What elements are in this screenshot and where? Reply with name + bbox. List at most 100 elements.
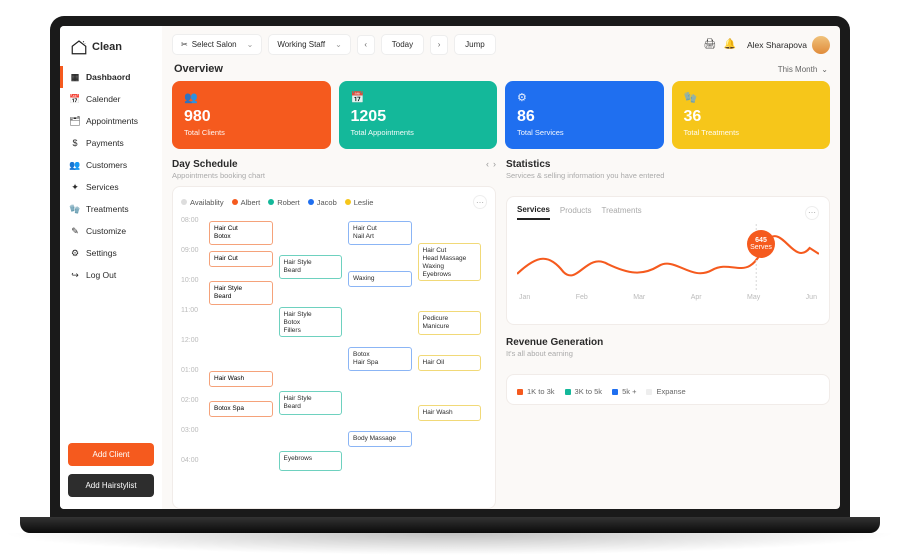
legend-label: Availablity (190, 198, 224, 207)
chip-text: Waxing (423, 263, 477, 271)
stats-title: Statistics (506, 159, 664, 170)
appointment-chip[interactable]: Waxing (348, 271, 412, 287)
legend-item: Jacob (308, 198, 337, 207)
today-button[interactable]: Today (381, 34, 424, 55)
schedule-prev-button[interactable]: ‹ (486, 159, 489, 169)
hour-label: 03:00 (181, 425, 207, 434)
nav: ▦Dashbaord📅Calender🗂Appointments$Payment… (60, 66, 162, 439)
tab-treatments[interactable]: Treatments (602, 206, 642, 219)
nav-icon: ✦ (70, 182, 80, 192)
chip-text: Hair Wash (214, 375, 268, 383)
schedule-lane: Hair CutBotox Hair Cut Hair StyleBeard Hair… (209, 215, 275, 485)
chip-text: Beard (284, 267, 338, 275)
working-staff-dropdown[interactable]: Working Staff ⌄ (268, 34, 350, 55)
card-value: 36 (684, 108, 819, 126)
tab-products[interactable]: Products (560, 206, 592, 219)
bell-icon[interactable]: 🔔 (723, 38, 737, 52)
sidebar-item-customers[interactable]: 👥Customers (60, 154, 162, 176)
more-button[interactable]: ⋯ (805, 206, 819, 220)
chevron-down-icon: ⌄ (821, 65, 828, 74)
card-value: 1205 (351, 108, 486, 126)
appointment-chip[interactable]: Hair Wash (209, 371, 273, 387)
more-button[interactable]: ⋯ (473, 195, 487, 209)
chip-text: Hair Wash (423, 409, 477, 417)
appointment-chip[interactable]: Hair Oil (418, 355, 482, 371)
stat-card: 🧤 36 Total Treatments (672, 81, 831, 149)
appointment-chip[interactable]: Eyebrows (279, 451, 343, 471)
sidebar-item-appointments[interactable]: 🗂Appointments (60, 110, 162, 132)
card-label: Total Treatments (684, 128, 819, 137)
appointment-chip[interactable]: Hair Wash (418, 405, 482, 421)
sidebar-item-payments[interactable]: $Payments (60, 132, 162, 154)
appointment-chip[interactable]: Hair StyleBeard (279, 391, 343, 415)
house-sparkle-icon (70, 38, 88, 56)
chip-text: Manicure (423, 323, 477, 331)
chip-text: Botox (353, 351, 407, 359)
sidebar-item-dashbaord[interactable]: ▦Dashbaord (60, 66, 162, 88)
legend-swatch (565, 389, 571, 395)
hour-label: 08:00 (181, 215, 207, 224)
sidebar-item-services[interactable]: ✦ Services (60, 176, 162, 198)
sidebar-item-log-out[interactable]: ↪Log Out (60, 264, 162, 286)
hour-label: 02:00 (181, 395, 207, 404)
hour-label: 01:00 (181, 365, 207, 374)
sidebar-item-label: Calender (86, 94, 121, 104)
print-icon[interactable]: 🖨 (703, 38, 717, 52)
card-value: 980 (184, 108, 319, 126)
appointment-chip[interactable]: Hair StyleBeard (279, 255, 343, 279)
sidebar-item-label: Treatments (86, 204, 129, 214)
schedule-subtitle: Appointments booking chart (172, 171, 265, 180)
jump-button[interactable]: Jump (454, 34, 496, 55)
add-hairstylist-button[interactable]: Add Hairstylist (68, 474, 154, 497)
topbar: ✂ Select Salon ⌄ Working Staff ⌄ ‹ Today… (172, 34, 830, 55)
today-label: Today (392, 40, 413, 49)
legend-dot (232, 199, 238, 205)
tab-services[interactable]: Services (517, 205, 550, 220)
sidebar-item-treatments[interactable]: 🧤Treatments (60, 198, 162, 220)
legend-label: 1K to 3k (527, 387, 555, 396)
month-dropdown[interactable]: This Month ⌄ (778, 65, 828, 74)
user-menu[interactable]: Alex Sharapova (747, 36, 830, 54)
card-label: Total Services (517, 128, 652, 137)
sidebar-item-calender[interactable]: 📅Calender (60, 88, 162, 110)
chip-text: Hair Cut (423, 247, 477, 255)
appointment-chip[interactable]: PedicureManicure (418, 311, 482, 335)
revenue-subtitle: It's all about earning (506, 349, 603, 358)
month-tick: Feb (576, 294, 588, 301)
legend-item: Leslie (345, 198, 374, 207)
hour-label: 04:00 (181, 455, 207, 464)
legend-label: Robert (277, 198, 300, 207)
appointment-chip[interactable]: Hair Cut (209, 251, 273, 267)
chip-text: Hair Style (284, 395, 338, 403)
badge-label: Serves (750, 244, 772, 251)
chip-text: Botox (214, 233, 268, 241)
select-salon-dropdown[interactable]: ✂ Select Salon ⌄ (172, 34, 262, 55)
schedule-title: Day Schedule (172, 159, 265, 170)
sidebar-item-customize[interactable]: ✎Customize (60, 220, 162, 242)
add-client-button[interactable]: Add Client (68, 443, 154, 466)
sidebar-item-label: Services (86, 182, 119, 192)
sidebar-item-label: Dashbaord (86, 72, 130, 82)
nav-icon: 🗂 (70, 116, 80, 126)
appointment-chip[interactable]: BotoxHair Spa (348, 347, 412, 371)
sidebar-item-label: Settings (86, 248, 117, 258)
chip-text: Beard (284, 403, 338, 411)
legend-label: Albert (241, 198, 261, 207)
appointment-chip[interactable]: Hair CutHead MassageWaxingEyebrows (418, 243, 482, 281)
chip-text: Pedicure (423, 315, 477, 323)
schedule-next-button[interactable]: › (493, 159, 496, 169)
legend-label: Jacob (317, 198, 337, 207)
appointment-chip[interactable]: Hair StyleBeard (209, 281, 273, 305)
appointment-chip[interactable]: Hair CutBotox (209, 221, 273, 245)
sidebar-item-settings[interactable]: ⚙Settings (60, 242, 162, 264)
avatar (812, 36, 830, 54)
appointment-chip[interactable]: Body Massage (348, 431, 412, 447)
legend-label: Leslie (354, 198, 374, 207)
appointment-chip[interactable]: Botox Spa (209, 401, 273, 417)
prev-day-button[interactable]: ‹ (357, 35, 375, 55)
next-day-button[interactable]: › (430, 35, 448, 55)
appointment-chip[interactable]: Hair StyleBotoxFillers (279, 307, 343, 337)
chip-text: Body Massage (353, 435, 407, 443)
appointment-chip[interactable]: Hair CutNail Art (348, 221, 412, 245)
card-icon: 🧤 (684, 91, 819, 104)
